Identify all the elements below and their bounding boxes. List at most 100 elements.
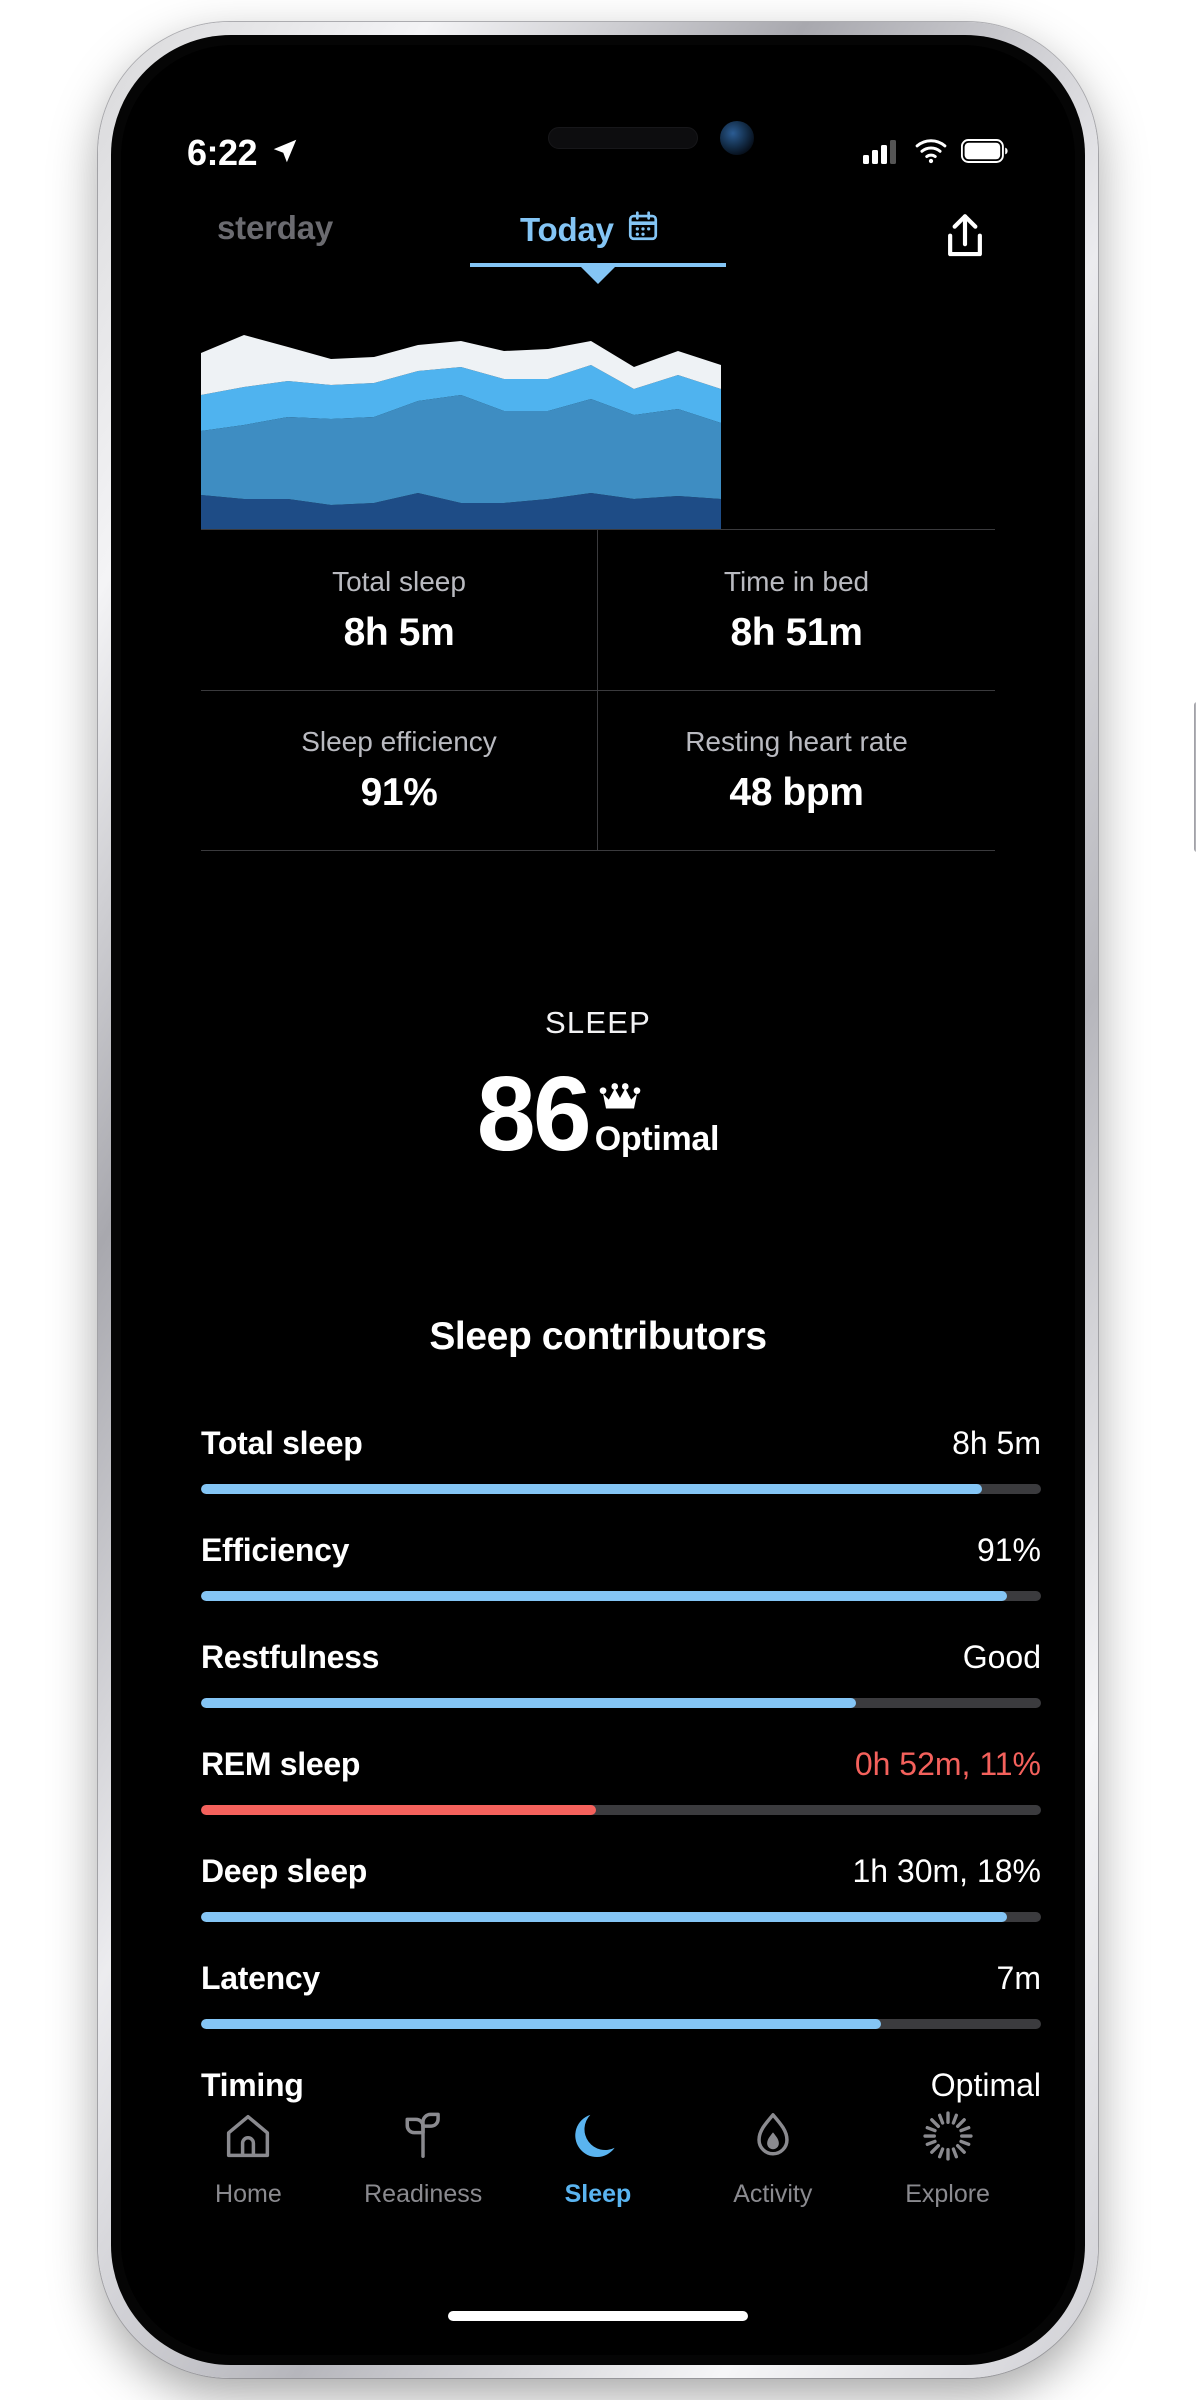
contributor-row-total-sleep[interactable]: Total sleep 8h 5m bbox=[201, 1425, 1041, 1494]
contributor-value: 8h 5m bbox=[952, 1425, 1041, 1461]
contributor-row-restfulness[interactable]: Restfulness Good bbox=[201, 1639, 1041, 1708]
nav-label: Explore bbox=[905, 2180, 990, 2208]
nav-item-activity[interactable]: Activity bbox=[698, 2109, 848, 2209]
hypnogram-chart[interactable] bbox=[201, 317, 721, 529]
contributor-value: 7m bbox=[996, 1960, 1041, 1996]
summary-label: Time in bed bbox=[723, 565, 870, 597]
contributor-track bbox=[201, 1912, 1041, 1922]
moon-icon bbox=[571, 2109, 625, 2168]
contributor-track bbox=[201, 2019, 1041, 2029]
sleep-score-label: Optimal bbox=[594, 1119, 720, 1158]
contributor-row-efficiency[interactable]: Efficiency 91% bbox=[201, 1532, 1041, 1601]
contributor-fill bbox=[201, 1805, 596, 1815]
nav-label: Readiness bbox=[364, 2180, 483, 2208]
sleep-score-value: 86 bbox=[476, 1055, 592, 1173]
contributor-name: Efficiency bbox=[201, 1532, 350, 1568]
contributors-list: Total sleep 8h 5m Efficiency 91% Restful… bbox=[201, 1425, 1041, 2136]
phone-screen: 6:22 sterday Today Total sleep 8h 5m Tim… bbox=[121, 45, 1075, 2355]
contributor-head: Deep sleep 1h 30m, 18% bbox=[201, 1853, 1041, 1890]
summary-cell-total-sleep[interactable]: Total sleep 8h 5m bbox=[201, 530, 598, 690]
summary-cell-sleep-efficiency[interactable]: Sleep efficiency 91% bbox=[201, 690, 598, 850]
summary-cell-resting-heart-rate[interactable]: Resting heart rate 48 bpm bbox=[598, 690, 995, 850]
contributor-head: Latency 7m bbox=[201, 1960, 1041, 1997]
contributor-head: Restfulness Good bbox=[201, 1639, 1041, 1676]
contributor-row-latency[interactable]: Latency 7m bbox=[201, 1960, 1041, 2029]
phone-mockup: 6:22 sterday Today Total sleep 8h 5m Tim… bbox=[0, 0, 1196, 2400]
sleep-screen: sterday Today Total sleep 8h 5m Time in … bbox=[121, 45, 1075, 2355]
sleep-score-kicker: SLEEP bbox=[545, 1005, 651, 1040]
summary-grid: Total sleep 8h 5m Time in bed 8h 51m Sle… bbox=[201, 529, 995, 850]
summary-value: 8h 5m bbox=[343, 610, 455, 654]
contributor-row-rem-sleep[interactable]: REM sleep 0h 52m, 11% bbox=[201, 1746, 1041, 1815]
nav-item-readiness[interactable]: Readiness bbox=[348, 2109, 498, 2209]
contributor-value: Optimal bbox=[930, 2067, 1041, 2103]
contributor-track bbox=[201, 1698, 1041, 1708]
contributor-row-deep-sleep[interactable]: Deep sleep 1h 30m, 18% bbox=[201, 1853, 1041, 1922]
contributor-fill bbox=[201, 1912, 1008, 1922]
nav-label: Activity bbox=[733, 2180, 813, 2208]
nav-item-home[interactable]: Home bbox=[173, 2109, 323, 2209]
contributor-head: Total sleep 8h 5m bbox=[201, 1425, 1041, 1462]
summary-value: 48 bpm bbox=[729, 771, 864, 814]
contributor-value: 1h 30m, 18% bbox=[852, 1853, 1041, 1889]
nav-item-sleep[interactable]: Sleep bbox=[523, 2109, 673, 2209]
location-arrow-icon bbox=[270, 136, 300, 171]
contributor-name: Total sleep bbox=[201, 1425, 363, 1461]
sleep-score-block: SLEEP 86 Optimal bbox=[121, 1005, 1075, 1173]
status-bar-left: 6:22 bbox=[187, 132, 300, 174]
home-indicator[interactable] bbox=[448, 2311, 748, 2321]
bottom-navigation: Home Readiness Sleep Activity Explore bbox=[121, 2109, 1075, 2259]
contributor-fill bbox=[201, 1591, 1008, 1601]
summary-cell-time-in-bed[interactable]: Time in bed 8h 51m bbox=[598, 530, 995, 690]
hypnogram-svg bbox=[201, 335, 721, 529]
sprout-icon bbox=[396, 2109, 450, 2168]
summary-label: Total sleep bbox=[332, 565, 466, 597]
phone-frame: 6:22 sterday Today Total sleep 8h 5m Tim… bbox=[98, 22, 1196, 2378]
contributor-name: Deep sleep bbox=[201, 1853, 367, 1889]
summary-value: 8h 51m bbox=[730, 610, 863, 654]
contributor-value: Good bbox=[962, 1639, 1041, 1675]
summary-grid-bottom-divider bbox=[201, 850, 995, 851]
tab-today-label: Today bbox=[520, 211, 614, 248]
contributor-track bbox=[201, 1591, 1041, 1601]
summary-value: 91% bbox=[360, 771, 438, 814]
tab-yesterday-label: sterday bbox=[217, 209, 334, 246]
cellular-signal-icon bbox=[863, 138, 901, 169]
contributor-head: Efficiency 91% bbox=[201, 1532, 1041, 1569]
tab-active-caret bbox=[581, 267, 615, 284]
share-button[interactable] bbox=[933, 207, 997, 271]
crown-icon bbox=[599, 1082, 641, 1118]
contributor-value: 0h 52m, 11% bbox=[854, 1746, 1041, 1782]
contributor-fill bbox=[201, 1484, 983, 1494]
contributor-value: 91% bbox=[976, 1532, 1041, 1568]
contributor-name: Restfulness bbox=[201, 1639, 380, 1675]
status-time: 6:22 bbox=[187, 132, 258, 173]
nav-label: Sleep bbox=[564, 2180, 632, 2208]
day-tabs: sterday Today bbox=[121, 205, 1075, 291]
status-bar-right bbox=[863, 138, 1009, 169]
contributor-name: REM sleep bbox=[201, 1746, 361, 1782]
contributor-head: REM sleep 0h 52m, 11% bbox=[201, 1746, 1041, 1783]
display-notch bbox=[433, 45, 763, 109]
share-icon bbox=[938, 210, 992, 269]
contributor-name: Timing bbox=[201, 2067, 304, 2103]
tab-today[interactable]: Today bbox=[520, 209, 660, 251]
screen-header: sterday Today bbox=[121, 205, 1075, 291]
contributor-track bbox=[201, 1484, 1041, 1494]
nav-item-explore[interactable]: Explore bbox=[873, 2109, 1023, 2209]
contributor-fill bbox=[201, 1698, 857, 1708]
flame-icon bbox=[746, 2109, 800, 2168]
front-camera bbox=[720, 121, 754, 155]
battery-icon bbox=[960, 138, 1009, 169]
summary-label: Sleep efficiency bbox=[301, 726, 497, 757]
house-icon bbox=[221, 2109, 275, 2168]
contributors-title: Sleep contributors bbox=[429, 1315, 767, 1358]
sleep-score-row: 86 Optimal bbox=[476, 1055, 720, 1173]
earpiece-speaker bbox=[548, 127, 698, 149]
sleep-summary-card: Total sleep 8h 5m Time in bed 8h 51m Sle… bbox=[121, 317, 1075, 851]
summary-label: Resting heart rate bbox=[685, 726, 908, 757]
calendar-icon bbox=[626, 209, 660, 251]
nav-label: Home bbox=[215, 2180, 282, 2208]
contributor-name: Latency bbox=[201, 1960, 320, 1996]
tab-yesterday[interactable]: sterday bbox=[217, 209, 333, 247]
